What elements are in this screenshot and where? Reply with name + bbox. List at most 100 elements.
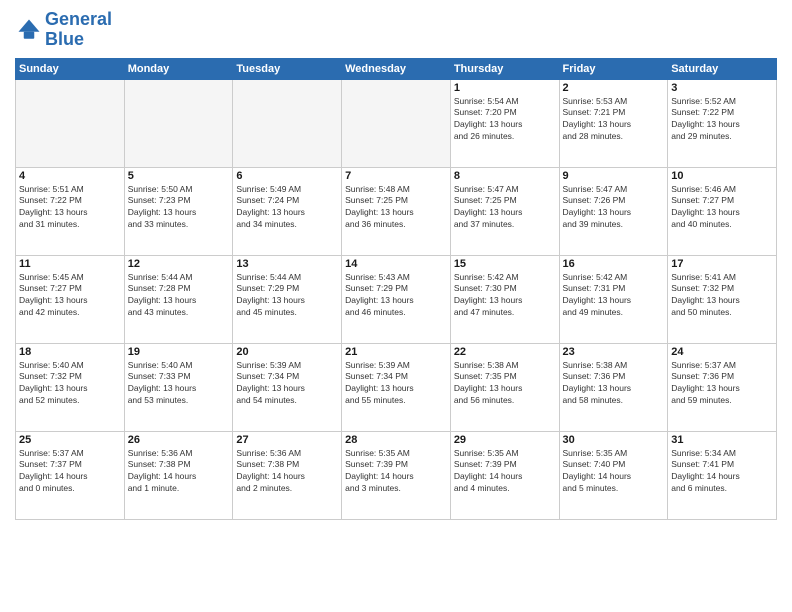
day-info: Sunrise: 5:35 AMSunset: 7:39 PMDaylight:… <box>454 448 556 496</box>
weekday-header-tuesday: Tuesday <box>233 58 342 79</box>
day-info: Sunrise: 5:34 AMSunset: 7:41 PMDaylight:… <box>671 448 773 496</box>
day-number: 20 <box>236 346 338 358</box>
calendar-cell: 19 Sunrise: 5:40 AMSunset: 7:33 PMDayligh… <box>124 343 233 431</box>
page: General Blue SundayMondayTuesdayWednesda… <box>0 0 792 612</box>
calendar-cell: 10Sunrise: 5:46 AMSunset: 7:27 PMDayligh… <box>668 167 777 255</box>
calendar-cell: 15 Sunrise: 5:42 AMSunset: 7:30 PMDayligh… <box>450 255 559 343</box>
day-number: 28 <box>345 434 447 446</box>
calendar-cell: 7 Sunrise: 5:48 AMSunset: 7:25 PMDaylight… <box>342 167 451 255</box>
day-info: Sunrise: 5:42 AMSunset: 7:30 PMDaylight:… <box>454 272 556 320</box>
calendar-cell: 22 Sunrise: 5:38 AMSunset: 7:35 PMDayligh… <box>450 343 559 431</box>
day-number: 12 <box>128 258 230 270</box>
weekday-header-wednesday: Wednesday <box>342 58 451 79</box>
day-number: 17 <box>671 258 773 270</box>
calendar-week-5: 25Sunrise: 5:37 AMSunset: 7:37 PMDayligh… <box>16 431 777 519</box>
calendar-week-1: 1 Sunrise: 5:54 AMSunset: 7:20 PMDaylight… <box>16 79 777 167</box>
day-info: Sunrise: 5:37 AMSunset: 7:36 PMDaylight:… <box>671 360 773 408</box>
day-info: Sunrise: 5:39 AMSunset: 7:34 PMDaylight:… <box>236 360 338 408</box>
weekday-header-friday: Friday <box>559 58 668 79</box>
weekday-header-thursday: Thursday <box>450 58 559 79</box>
calendar-cell <box>124 79 233 167</box>
day-info: Sunrise: 5:44 AMSunset: 7:28 PMDaylight:… <box>128 272 230 320</box>
calendar-cell: 12 Sunrise: 5:44 AMSunset: 7:28 PMDayligh… <box>124 255 233 343</box>
calendar-cell: 4Sunrise: 5:51 AMSunset: 7:22 PMDaylight… <box>16 167 125 255</box>
day-info: Sunrise: 5:53 AMSunset: 7:21 PMDaylight:… <box>563 96 665 144</box>
day-info: Sunrise: 5:38 AMSunset: 7:35 PMDaylight:… <box>454 360 556 408</box>
day-info: Sunrise: 5:45 AMSunset: 7:27 PMDaylight:… <box>19 272 121 320</box>
logo: General Blue <box>15 10 112 50</box>
day-number: 30 <box>563 434 665 446</box>
day-number: 14 <box>345 258 447 270</box>
day-number: 13 <box>236 258 338 270</box>
calendar-cell: 29 Sunrise: 5:35 AMSunset: 7:39 PMDayligh… <box>450 431 559 519</box>
day-info: Sunrise: 5:44 AMSunset: 7:29 PMDaylight:… <box>236 272 338 320</box>
day-info: Sunrise: 5:43 AMSunset: 7:29 PMDaylight:… <box>345 272 447 320</box>
calendar-cell: 8Sunrise: 5:47 AMSunset: 7:25 PMDaylight… <box>450 167 559 255</box>
day-number: 16 <box>563 258 665 270</box>
day-info: Sunrise: 5:40 AMSunset: 7:32 PMDaylight:… <box>19 360 121 408</box>
calendar-cell: 31 Sunrise: 5:34 AMSunset: 7:41 PMDayligh… <box>668 431 777 519</box>
calendar-cell: 20 Sunrise: 5:39 AMSunset: 7:34 PMDayligh… <box>233 343 342 431</box>
calendar-cell: 11 Sunrise: 5:45 AMSunset: 7:27 PMDayligh… <box>16 255 125 343</box>
day-info: Sunrise: 5:46 AMSunset: 7:27 PMDaylight:… <box>671 184 773 232</box>
day-number: 9 <box>563 170 665 182</box>
day-info: Sunrise: 5:36 AMSunset: 7:38 PMDaylight:… <box>236 448 338 496</box>
day-number: 18 <box>19 346 121 358</box>
calendar-cell: 5 Sunrise: 5:50 AMSunset: 7:23 PMDaylight… <box>124 167 233 255</box>
day-number: 5 <box>128 170 230 182</box>
day-number: 2 <box>563 82 665 94</box>
calendar-cell: 23Sunrise: 5:38 AMSunset: 7:36 PMDayligh… <box>559 343 668 431</box>
day-info: Sunrise: 5:36 AMSunset: 7:38 PMDaylight:… <box>128 448 230 496</box>
day-info: Sunrise: 5:40 AMSunset: 7:33 PMDaylight:… <box>128 360 230 408</box>
day-number: 6 <box>236 170 338 182</box>
calendar-cell <box>342 79 451 167</box>
weekday-header-monday: Monday <box>124 58 233 79</box>
calendar-cell: 24 Sunrise: 5:37 AMSunset: 7:36 PMDayligh… <box>668 343 777 431</box>
day-number: 21 <box>345 346 447 358</box>
day-number: 15 <box>454 258 556 270</box>
day-number: 29 <box>454 434 556 446</box>
day-number: 24 <box>671 346 773 358</box>
day-info: Sunrise: 5:48 AMSunset: 7:25 PMDaylight:… <box>345 184 447 232</box>
day-number: 1 <box>454 82 556 94</box>
day-number: 4 <box>19 170 121 182</box>
day-number: 11 <box>19 258 121 270</box>
calendar-cell <box>233 79 342 167</box>
calendar-week-3: 11 Sunrise: 5:45 AMSunset: 7:27 PMDayligh… <box>16 255 777 343</box>
calendar-cell: 9Sunrise: 5:47 AMSunset: 7:26 PMDaylight… <box>559 167 668 255</box>
day-info: Sunrise: 5:35 AMSunset: 7:39 PMDaylight:… <box>345 448 447 496</box>
calendar-body: 1 Sunrise: 5:54 AMSunset: 7:20 PMDaylight… <box>16 79 777 519</box>
day-info: Sunrise: 5:42 AMSunset: 7:31 PMDaylight:… <box>563 272 665 320</box>
day-number: 3 <box>671 82 773 94</box>
calendar-cell: 17Sunrise: 5:41 AMSunset: 7:32 PMDayligh… <box>668 255 777 343</box>
calendar-cell: 2 Sunrise: 5:53 AMSunset: 7:21 PMDaylight… <box>559 79 668 167</box>
weekday-header-row: SundayMondayTuesdayWednesdayThursdayFrid… <box>16 58 777 79</box>
day-info: Sunrise: 5:49 AMSunset: 7:24 PMDaylight:… <box>236 184 338 232</box>
day-number: 31 <box>671 434 773 446</box>
day-info: Sunrise: 5:54 AMSunset: 7:20 PMDaylight:… <box>454 96 556 144</box>
calendar-cell: 21 Sunrise: 5:39 AMSunset: 7:34 PMDayligh… <box>342 343 451 431</box>
logo-text: General Blue <box>45 10 112 50</box>
day-info: Sunrise: 5:50 AMSunset: 7:23 PMDaylight:… <box>128 184 230 232</box>
calendar-cell: 16 Sunrise: 5:42 AMSunset: 7:31 PMDayligh… <box>559 255 668 343</box>
header: General Blue <box>15 10 777 50</box>
day-info: Sunrise: 5:39 AMSunset: 7:34 PMDaylight:… <box>345 360 447 408</box>
day-info: Sunrise: 5:38 AMSunset: 7:36 PMDaylight:… <box>563 360 665 408</box>
calendar-week-4: 18 Sunrise: 5:40 AMSunset: 7:32 PMDayligh… <box>16 343 777 431</box>
day-number: 27 <box>236 434 338 446</box>
day-info: Sunrise: 5:37 AMSunset: 7:37 PMDaylight:… <box>19 448 121 496</box>
weekday-header-saturday: Saturday <box>668 58 777 79</box>
day-number: 8 <box>454 170 556 182</box>
calendar: SundayMondayTuesdayWednesdayThursdayFrid… <box>15 58 777 520</box>
calendar-cell: 3Sunrise: 5:52 AMSunset: 7:22 PMDaylight… <box>668 79 777 167</box>
day-number: 7 <box>345 170 447 182</box>
calendar-cell: 25Sunrise: 5:37 AMSunset: 7:37 PMDayligh… <box>16 431 125 519</box>
calendar-cell: 18 Sunrise: 5:40 AMSunset: 7:32 PMDayligh… <box>16 343 125 431</box>
weekday-header-sunday: Sunday <box>16 58 125 79</box>
day-number: 19 <box>128 346 230 358</box>
day-number: 22 <box>454 346 556 358</box>
calendar-cell: 27 Sunrise: 5:36 AMSunset: 7:38 PMDayligh… <box>233 431 342 519</box>
day-number: 26 <box>128 434 230 446</box>
calendar-cell: 13 Sunrise: 5:44 AMSunset: 7:29 PMDayligh… <box>233 255 342 343</box>
calendar-cell <box>16 79 125 167</box>
